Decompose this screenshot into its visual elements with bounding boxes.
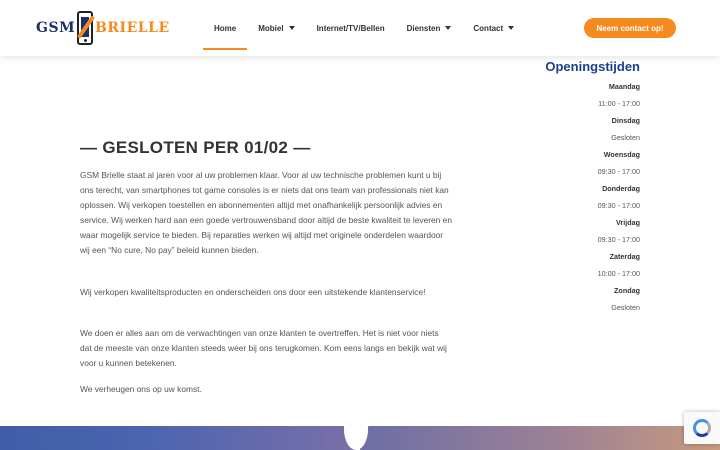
hours-day-tuesday: Dinsdag [611, 116, 640, 125]
hours-time-monday: 11:00 - 17:00 [598, 99, 640, 108]
opening-hours-title: Openingstijden [545, 59, 640, 74]
nav-item-internet-tv-bellen[interactable]: Internet/TV/Bellen [306, 0, 396, 56]
chevron-down-icon [508, 26, 515, 30]
nav-item-label: Home [214, 23, 237, 33]
hours-day-saturday: Zaterdag [609, 252, 640, 261]
site-logo[interactable]: GSM BRIELLE [36, 10, 170, 46]
nav-item-home[interactable]: Home [203, 0, 248, 56]
nav-item-label: Mobiel [258, 23, 284, 33]
chevron-down-icon [445, 26, 452, 30]
recaptcha-badge[interactable] [684, 412, 720, 444]
hours-day-friday: Vrijdag [616, 218, 640, 227]
site-header: GSM BRIELLE Home Mobiel Internet/TV/Bell… [0, 0, 720, 56]
contact-cta-button[interactable]: Neem contact op! [584, 18, 676, 38]
logo-text-gsm: GSM [36, 20, 76, 36]
nav-item-label: Internet/TV/Bellen [316, 23, 385, 33]
nav-item-label: Contact [473, 23, 504, 33]
closing-paragraph: We verheugen ons op uw komst. [80, 384, 202, 394]
logo-text-brielle: BRIELLE [95, 20, 170, 36]
hours-day-monday: Maandag [608, 82, 640, 91]
nav-item-contact[interactable]: Contact [462, 0, 525, 56]
quality-paragraph: Wij verkopen kwaliteitsproducten en onde… [80, 287, 426, 297]
chevron-down-icon [288, 26, 295, 30]
hours-day-wednesday: Woensdag [603, 150, 640, 159]
main-nav: Home Mobiel Internet/TV/Bellen Diensten … [203, 0, 525, 56]
hours-day-sunday: Zondag [614, 286, 640, 295]
hours-time-thursday: 09:30 - 17:00 [597, 201, 640, 210]
band-left-shape [0, 426, 356, 450]
hours-time-sunday: Gesloten [611, 303, 640, 312]
expectations-paragraph: We doen er alles aan om de verwachtingen… [80, 328, 447, 368]
nav-item-label: Diensten [406, 23, 441, 33]
recaptcha-icon [693, 419, 711, 437]
hours-time-saturday: 10:00 - 17:00 [597, 269, 640, 278]
nav-item-diensten[interactable]: Diensten [396, 0, 463, 56]
band-right-shape [360, 426, 720, 450]
nav-item-mobiel[interactable]: Mobiel [247, 0, 305, 56]
page-headline: — GESLOTEN PER 01/02 — [80, 138, 311, 157]
hours-time-tuesday: Gesloten [611, 133, 640, 142]
hours-time-friday: 09:30 - 17:00 [597, 235, 640, 244]
footer-gradient-band [0, 426, 720, 450]
hours-time-wednesday: 09:30 - 17:00 [597, 167, 640, 176]
intro-paragraph: GSM Brielle staat al jaren voor al uw pr… [80, 170, 452, 255]
hours-day-thursday: Donderdag [602, 184, 640, 193]
opening-hours-list: Maandag 11:00 - 17:00 Dinsdag Gesloten W… [520, 78, 640, 316]
